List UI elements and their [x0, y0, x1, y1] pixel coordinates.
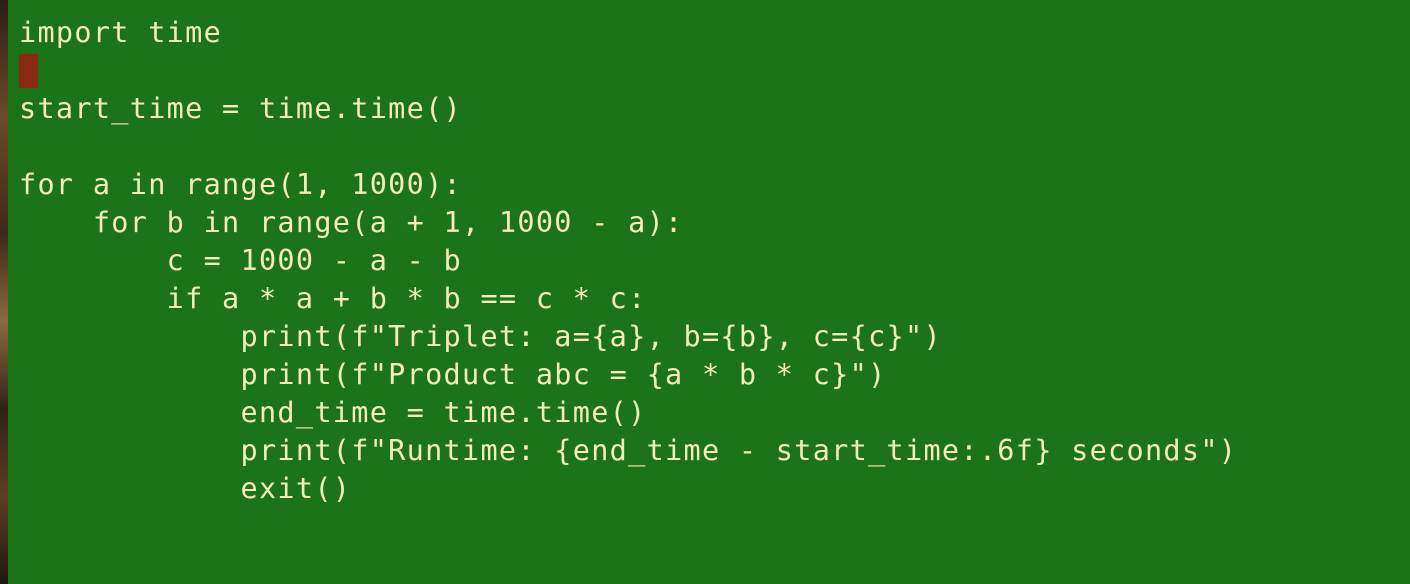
code-editor[interactable]: import time start_time = time.time() for…: [19, 14, 1399, 508]
code-line-8: if a * a + b * b == c * c:: [19, 282, 647, 315]
code-line-12: print(f"Runtime: {end_time - start_time:…: [19, 434, 1238, 467]
code-line-3: start_time = time.time(): [19, 92, 463, 125]
code-line-5: for a in range(1, 1000):: [19, 168, 463, 201]
code-line-1: import time: [19, 16, 223, 49]
terminal-window: import time start_time = time.time() for…: [0, 0, 1410, 584]
text-cursor: [19, 54, 38, 88]
code-line-13: exit(): [19, 472, 352, 505]
code-line-9: print(f"Triplet: a={a}, b={b}, c={c}"): [19, 320, 942, 353]
code-line-2: [19, 52, 1399, 90]
code-line-11: end_time = time.time(): [19, 396, 647, 429]
code-line-6: for b in range(a + 1, 1000 - a):: [19, 206, 684, 239]
code-line-10: print(f"Product abc = {a * b * c}"): [19, 358, 887, 391]
desktop-background-strip: [0, 0, 8, 584]
code-line-7: c = 1000 - a - b: [19, 244, 463, 277]
